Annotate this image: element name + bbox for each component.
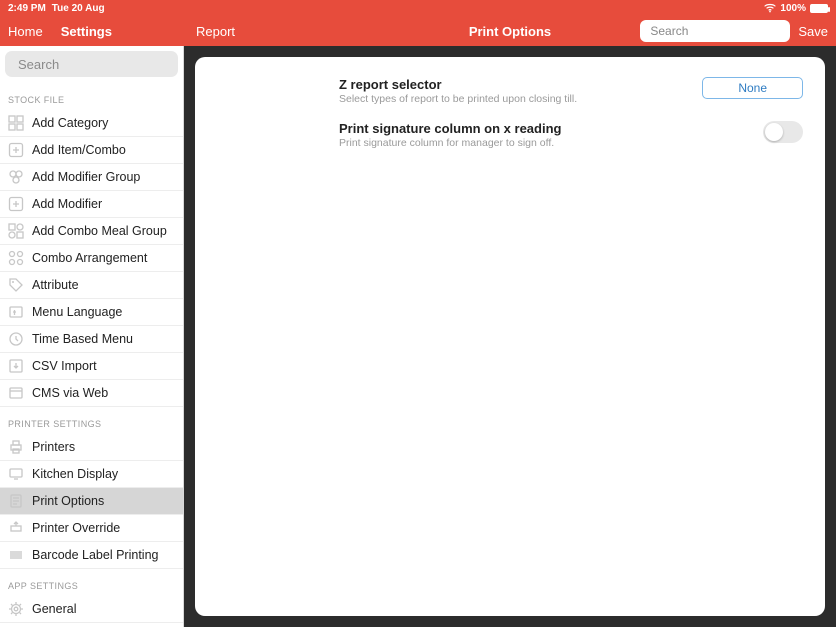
import-icon: [8, 358, 24, 374]
wifi-icon: [764, 3, 776, 13]
signature-toggle[interactable]: [763, 121, 803, 143]
sidebar-item-label: Time Based Menu: [32, 332, 133, 346]
sidebar-item-add-modifier-group[interactable]: Add Modifier Group: [0, 164, 183, 191]
setting-subtitle: Print signature column for manager to si…: [339, 137, 633, 149]
sidebar-section-header: STOCK FILE: [0, 83, 183, 110]
home-button[interactable]: Home: [8, 24, 43, 39]
save-button[interactable]: Save: [798, 24, 828, 39]
z-report-selector-button[interactable]: None: [702, 77, 803, 99]
sidebar-item-label: Add Category: [32, 116, 108, 130]
sidebar-item-label: Print Options: [32, 494, 104, 508]
sidebar-item-attribute[interactable]: Attribute: [0, 272, 183, 299]
sidebar-item-add-combo-meal-group[interactable]: Add Combo Meal Group: [0, 218, 183, 245]
combo-group-icon: [8, 223, 24, 239]
web-icon: [8, 385, 24, 401]
modifier-group-icon: [8, 169, 24, 185]
sidebar-section-header: PRINTER SETTINGS: [0, 407, 183, 434]
category-icon: [8, 115, 24, 131]
page-title: Print Options: [469, 24, 551, 39]
sidebar-item-combo-arrangement[interactable]: Combo Arrangement: [0, 245, 183, 272]
sidebar-item-label: Add Modifier Group: [32, 170, 140, 184]
setting-row: Print signature column on x readingPrint…: [195, 115, 825, 159]
sidebar-item-add-category[interactable]: Add Category: [0, 110, 183, 137]
setting-subtitle: Select types of report to be printed upo…: [339, 93, 633, 105]
sidebar-item-label: Combo Arrangement: [32, 251, 147, 265]
barcode-icon: [8, 547, 24, 563]
sidebar-item-time-based-menu[interactable]: Time Based Menu: [0, 326, 183, 353]
sidebar-item-label: CMS via Web: [32, 386, 108, 400]
sidebar-item-label: Attribute: [32, 278, 79, 292]
setting-row: Z report selectorSelect types of report …: [195, 71, 825, 115]
override-icon: [8, 520, 24, 536]
sidebar-item-cms-via-web[interactable]: CMS via Web: [0, 380, 183, 407]
sidebar-item-label: Menu Language: [32, 305, 122, 319]
sidebar-item-print-options[interactable]: Print Options: [0, 488, 183, 515]
sidebar-item-label: Printer Override: [32, 521, 120, 535]
sidebar-search-input[interactable]: [18, 57, 184, 72]
sidebar-item-label: Barcode Label Printing: [32, 548, 158, 562]
sidebar-item-label: Printers: [32, 440, 75, 454]
header-search-input[interactable]: [650, 24, 805, 38]
main-area: Z report selectorSelect types of report …: [184, 46, 836, 627]
settings-title: Settings: [61, 24, 112, 39]
language-icon: [8, 304, 24, 320]
sidebar-section-header: APP SETTINGS: [0, 569, 183, 596]
printer-icon: [8, 439, 24, 455]
arrangement-icon: [8, 250, 24, 266]
plus-box-icon: [8, 142, 24, 158]
battery-icon: [810, 4, 828, 13]
sidebar-item-printer-override[interactable]: Printer Override: [0, 515, 183, 542]
sidebar-item-csv-import[interactable]: CSV Import: [0, 353, 183, 380]
sidebar-item-label: Add Item/Combo: [32, 143, 126, 157]
header-search[interactable]: [640, 20, 790, 42]
header-bar: Home Settings Report Print Options Save: [0, 16, 836, 46]
sidebar-search[interactable]: [5, 51, 178, 77]
sidebar-item-label: Add Combo Meal Group: [32, 224, 167, 238]
sidebar-item-label: General: [32, 602, 76, 616]
sidebar: STOCK FILE Add Category Add Item/Combo Add …: [0, 46, 184, 627]
sidebar-item-printers[interactable]: Printers: [0, 434, 183, 461]
gear-icon: [8, 601, 24, 617]
sidebar-item-label: Kitchen Display: [32, 467, 118, 481]
clock-icon: [8, 331, 24, 347]
status-bar: 2:49 PM Tue 20 Aug 100%: [0, 0, 836, 16]
status-date: Tue 20 Aug: [52, 3, 105, 14]
sidebar-item-general[interactable]: General: [0, 596, 183, 623]
print-options-icon: [8, 493, 24, 509]
display-icon: [8, 466, 24, 482]
report-back-button[interactable]: Report: [192, 24, 235, 39]
sidebar-item-label: Add Modifier: [32, 197, 102, 211]
battery-percent: 100%: [780, 3, 806, 14]
sidebar-item-menu-language[interactable]: Menu Language: [0, 299, 183, 326]
plus-box-icon: [8, 196, 24, 212]
sidebar-item-barcode-label-printing[interactable]: Barcode Label Printing: [0, 542, 183, 569]
sidebar-item-add-modifier[interactable]: Add Modifier: [0, 191, 183, 218]
sidebar-item-label: CSV Import: [32, 359, 97, 373]
status-time: 2:49 PM: [8, 3, 46, 14]
content-panel: Z report selectorSelect types of report …: [195, 57, 825, 616]
sidebar-item-kitchen-display[interactable]: Kitchen Display: [0, 461, 183, 488]
sidebar-item-add-item-combo[interactable]: Add Item/Combo: [0, 137, 183, 164]
tag-icon: [8, 277, 24, 293]
setting-title: Print signature column on x reading: [339, 121, 633, 136]
setting-title: Z report selector: [339, 77, 633, 92]
